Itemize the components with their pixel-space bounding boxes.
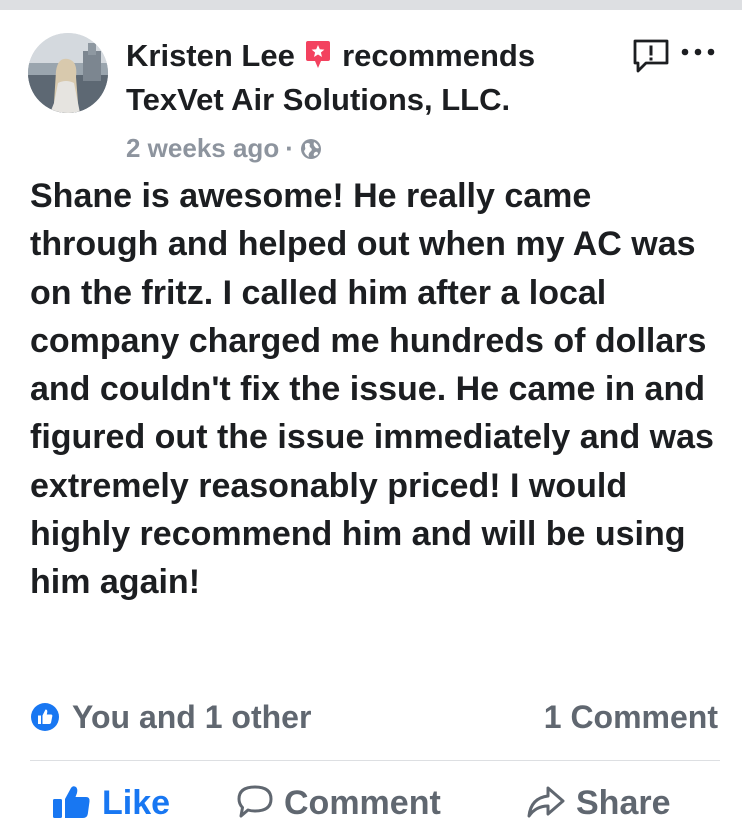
meta-separator: · <box>285 133 294 163</box>
like-badge-icon <box>30 702 60 737</box>
timestamp[interactable]: 2 weeks ago <box>126 133 279 163</box>
report-flag-icon <box>632 39 670 78</box>
comment-bubble-icon <box>237 785 273 818</box>
thumbs-up-icon <box>53 786 90 818</box>
reactions-summary: You and 1 other 1 Comment <box>30 695 720 739</box>
actions-divider <box>30 760 720 761</box>
author-name[interactable]: Kristen Lee <box>126 38 295 73</box>
recommendation-icon <box>305 40 331 80</box>
avatar[interactable] <box>28 33 108 113</box>
post-header: Kristen Lee recommends <box>126 36 535 80</box>
like-label: Like <box>102 784 171 822</box>
recommends-verb: recommends <box>342 38 536 73</box>
reactions-count[interactable]: You and 1 other <box>72 695 311 739</box>
top-separator <box>0 0 742 10</box>
page-name-row: TexVet Air Solutions, LLC. <box>126 80 510 120</box>
post-meta: 2 weeks ago · <box>126 130 322 169</box>
comment-label: Comment <box>284 784 441 822</box>
page-name-link[interactable]: TexVet Air Solutions, LLC. <box>126 82 510 117</box>
avatar-photo <box>28 33 108 113</box>
share-label: Share <box>576 784 671 822</box>
post-body-text: Shane is awesome! He really came through… <box>30 177 714 602</box>
comment-button[interactable]: Comment <box>236 780 441 826</box>
more-options-button[interactable] <box>680 44 716 62</box>
like-button[interactable]: Like <box>52 780 170 826</box>
comment-count[interactable]: 1 Comment <box>544 695 718 739</box>
report-button[interactable] <box>632 38 670 79</box>
share-arrow-icon <box>527 786 565 818</box>
share-button[interactable]: Share <box>526 780 671 826</box>
more-dots-icon <box>680 44 716 61</box>
globe-icon <box>300 133 322 169</box>
